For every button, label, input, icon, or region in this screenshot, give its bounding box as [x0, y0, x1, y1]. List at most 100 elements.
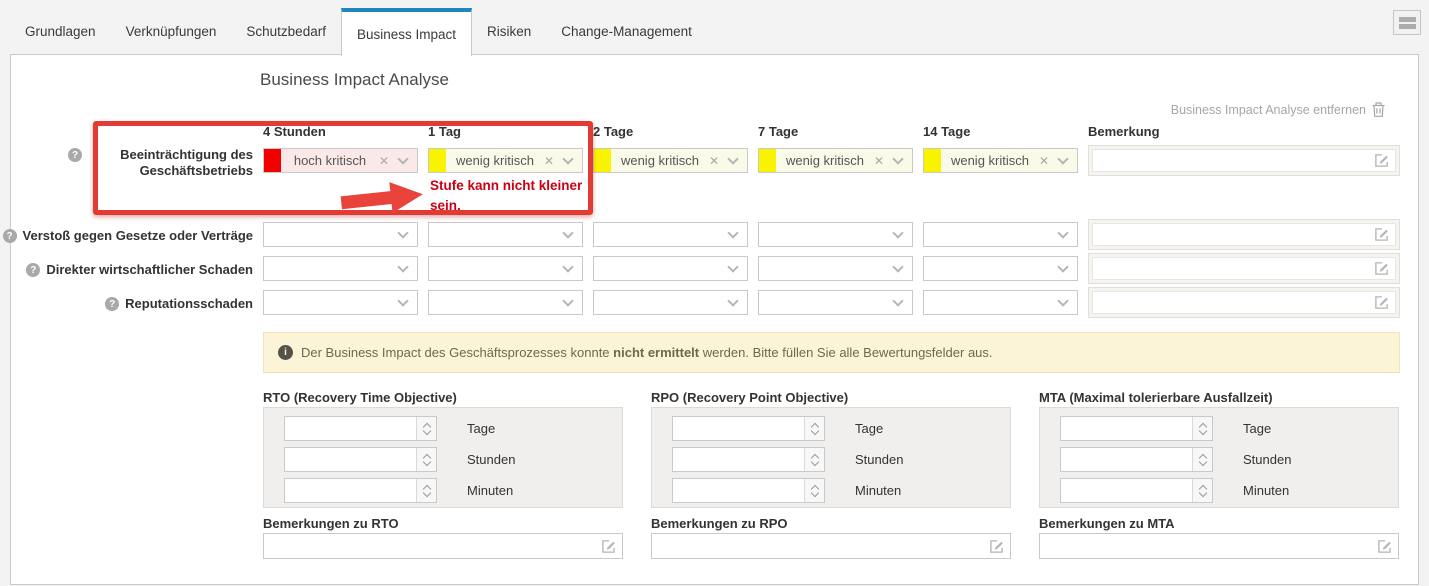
clear-icon[interactable]: ✕ — [1039, 154, 1049, 168]
help-icon[interactable]: ? — [26, 263, 40, 277]
chevron-down-icon[interactable] — [727, 153, 738, 164]
chevron-down-icon[interactable] — [562, 295, 573, 306]
chevron-down-icon[interactable] — [562, 261, 573, 272]
impact-7days-dropdown[interactable]: wenig kritisch ✕ — [758, 148, 913, 173]
mta-stunden-input[interactable] — [1061, 448, 1192, 471]
stepper-icon[interactable] — [416, 479, 436, 502]
clear-icon[interactable]: ✕ — [379, 154, 389, 168]
rpo-stunden-field — [672, 447, 825, 472]
help-icon[interactable]: ? — [68, 148, 82, 162]
impact-2days-dropdown[interactable]: wenig kritisch ✕ — [593, 148, 748, 173]
law-remark-input[interactable] — [1093, 227, 1374, 242]
reputation-remark-input[interactable] — [1093, 295, 1374, 310]
chevron-down-icon[interactable] — [397, 261, 408, 272]
edit-icon[interactable] — [601, 539, 616, 554]
rpo-minuten-input[interactable] — [673, 479, 804, 502]
rpo-tage-input[interactable] — [673, 417, 804, 440]
stepper-icon[interactable] — [804, 448, 824, 471]
tab-risiken[interactable]: Risiken — [472, 8, 546, 55]
economic-4h-dropdown[interactable] — [263, 256, 418, 281]
edit-icon[interactable] — [1374, 227, 1389, 242]
tab-grundlagen[interactable]: Grundlagen — [10, 8, 111, 55]
column-header-4-stunden: 4 Stunden — [263, 124, 418, 139]
economic-1day-dropdown[interactable] — [428, 256, 583, 281]
tab-change-management[interactable]: Change-Management — [546, 8, 707, 55]
mta-remark-input[interactable] — [1040, 539, 1377, 554]
tab-schutzbedarf[interactable]: Schutzbedarf — [231, 8, 341, 55]
mta-tage-input[interactable] — [1061, 417, 1192, 440]
reputation-remark-field — [1088, 287, 1400, 318]
rto-stunden-input[interactable] — [285, 448, 416, 471]
stepper-icon[interactable] — [1192, 417, 1212, 440]
column-header-bemerkung: Bemerkung — [1088, 124, 1400, 139]
economic-7days-dropdown[interactable] — [758, 256, 913, 281]
row-label-law-violation: ? Verstoß gegen Gesetze oder Verträge — [3, 228, 253, 243]
economic-2days-dropdown[interactable] — [593, 256, 748, 281]
impact-4h-dropdown[interactable]: hoch kritisch ✕ — [263, 148, 418, 173]
law-2days-dropdown[interactable] — [593, 222, 748, 247]
mta-minuten-input[interactable] — [1061, 479, 1192, 502]
column-header-7-tage: 7 Tage — [758, 124, 913, 139]
stepper-icon[interactable] — [416, 448, 436, 471]
chevron-down-icon[interactable] — [892, 153, 903, 164]
reputation-2days-dropdown[interactable] — [593, 290, 748, 315]
stepper-icon[interactable] — [804, 417, 824, 440]
stepper-icon[interactable] — [416, 417, 436, 440]
help-icon[interactable]: ? — [3, 229, 17, 243]
clear-icon[interactable]: ✕ — [874, 154, 884, 168]
chevron-down-icon[interactable] — [892, 295, 903, 306]
mta-remark-field — [1039, 533, 1399, 559]
stepper-icon[interactable] — [1192, 479, 1212, 502]
edit-icon[interactable] — [1374, 295, 1389, 310]
chevron-down-icon[interactable] — [397, 295, 408, 306]
stepper-icon[interactable] — [804, 479, 824, 502]
reputation-14days-dropdown[interactable] — [923, 290, 1078, 315]
edit-icon[interactable] — [989, 539, 1004, 554]
chevron-down-icon[interactable] — [727, 227, 738, 238]
impact-remark-input[interactable] — [1093, 153, 1374, 168]
layout-toggle-button[interactable] — [1393, 10, 1421, 35]
impact-14days-dropdown[interactable]: wenig kritisch ✕ — [923, 148, 1078, 173]
row-label-text: Direkter wirtschaftlicher Schaden — [46, 262, 253, 277]
chevron-down-icon[interactable] — [727, 261, 738, 272]
chevron-down-icon[interactable] — [397, 227, 408, 238]
rto-minuten-input[interactable] — [285, 479, 416, 502]
chevron-down-icon[interactable] — [562, 227, 573, 238]
reputation-4h-dropdown[interactable] — [263, 290, 418, 315]
tab-business-impact[interactable]: Business Impact — [341, 8, 472, 56]
economic-remark-input[interactable] — [1093, 261, 1374, 276]
law-14days-dropdown[interactable] — [923, 222, 1078, 247]
remove-bia-link[interactable]: Business Impact Analyse entfernen — [1171, 102, 1385, 117]
chevron-down-icon[interactable] — [1057, 295, 1068, 306]
impact-1day-dropdown[interactable]: wenig kritisch ✕ — [428, 148, 583, 173]
law-7days-dropdown[interactable] — [758, 222, 913, 247]
stepper-icon[interactable] — [1192, 448, 1212, 471]
rpo-tage-field — [672, 416, 825, 441]
help-icon[interactable]: ? — [105, 297, 119, 311]
tab-bar: Grundlagen Verknüpfungen Schutzbedarf Bu… — [10, 8, 707, 55]
chevron-down-icon[interactable] — [562, 153, 573, 164]
chevron-down-icon[interactable] — [892, 227, 903, 238]
chevron-down-icon[interactable] — [1057, 153, 1068, 164]
edit-icon[interactable] — [1374, 153, 1389, 168]
law-4h-dropdown[interactable] — [263, 222, 418, 247]
tab-verknuepfungen[interactable]: Verknüpfungen — [111, 8, 232, 55]
rto-remark-input[interactable] — [264, 539, 601, 554]
chevron-down-icon[interactable] — [892, 261, 903, 272]
rpo-stunden-input[interactable] — [673, 448, 804, 471]
edit-icon[interactable] — [1374, 261, 1389, 276]
rto-tage-input[interactable] — [285, 417, 416, 440]
clear-icon[interactable]: ✕ — [709, 154, 719, 168]
rpo-remark-input[interactable] — [652, 539, 989, 554]
economic-14days-dropdown[interactable] — [923, 256, 1078, 281]
clear-icon[interactable]: ✕ — [544, 154, 554, 168]
chevron-down-icon[interactable] — [397, 153, 408, 164]
chevron-down-icon[interactable] — [1057, 227, 1068, 238]
chevron-down-icon[interactable] — [727, 295, 738, 306]
reputation-1day-dropdown[interactable] — [428, 290, 583, 315]
reputation-7days-dropdown[interactable] — [758, 290, 913, 315]
edit-icon[interactable] — [1377, 539, 1392, 554]
law-1day-dropdown[interactable] — [428, 222, 583, 247]
severity-color-swatch — [759, 149, 776, 172]
chevron-down-icon[interactable] — [1057, 261, 1068, 272]
